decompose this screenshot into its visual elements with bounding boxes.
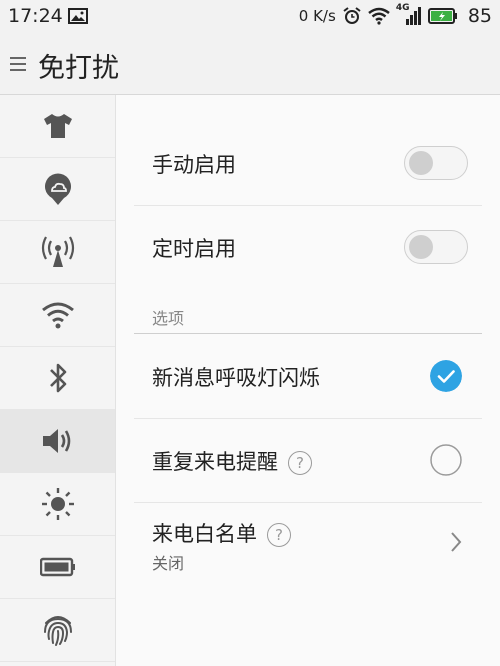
sidebar-item-battery[interactable] <box>0 536 115 599</box>
manual-enable-label: 手动启用 <box>152 153 236 177</box>
alarm-icon <box>343 7 361 24</box>
cloud-location-icon <box>44 173 71 205</box>
signal-bars-icon <box>405 7 421 25</box>
call-whitelist-help-icon[interactable]: ? <box>267 523 291 547</box>
repeat-call-row[interactable]: 重复来电提醒? <box>116 418 500 502</box>
battery-percent: 85 <box>467 5 492 27</box>
bluetooth-icon <box>49 363 66 393</box>
sidebar-item-bluetooth[interactable] <box>0 347 115 410</box>
network-speed: 0 K/s <box>298 7 336 25</box>
repeat-call-label-wrap: 重复来电提醒? <box>152 446 312 476</box>
battery-status-icon <box>427 8 457 24</box>
chevron-right-icon <box>451 532 462 552</box>
shirt-icon <box>43 114 72 138</box>
sidebar-item-wifi[interactable] <box>0 284 115 347</box>
led-blink-label: 新消息呼吸灯闪烁 <box>152 366 320 390</box>
hotspot-icon <box>41 236 74 267</box>
led-blink-checkbox[interactable] <box>430 360 462 392</box>
status-right: 0 K/s 4G 85 <box>298 3 492 27</box>
wifi-status-icon <box>368 7 390 25</box>
wifi-icon <box>41 302 74 329</box>
sidebar-item-hotspot[interactable] <box>0 221 115 284</box>
page-title: 免打扰 <box>38 53 119 84</box>
repeat-call-label: 重复来电提醒 <box>152 450 278 474</box>
led-blink-row[interactable]: 新消息呼吸灯闪烁 <box>116 334 500 418</box>
status-bar: 17:24 0 K/s 4G 85 <box>0 0 500 34</box>
title-bar: 免打扰 <box>0 34 500 95</box>
sidebar-item-sound[interactable] <box>0 410 115 473</box>
brightness-icon <box>41 488 74 520</box>
manual-enable-toggle[interactable] <box>404 146 468 180</box>
call-whitelist-label-wrap: 来电白名单? <box>152 518 291 548</box>
sidebar-item-display[interactable] <box>0 473 115 536</box>
sidebar <box>0 95 116 666</box>
call-whitelist-row[interactable]: 来电白名单? 关闭 <box>116 502 500 602</box>
status-time: 17:24 <box>8 5 63 27</box>
menu-icon[interactable] <box>10 56 26 72</box>
battery-icon <box>39 557 75 577</box>
repeat-call-checkbox[interactable] <box>430 444 462 476</box>
sidebar-item-cloud[interactable] <box>0 158 115 221</box>
sidebar-item-fingerprint[interactable] <box>0 599 115 662</box>
call-whitelist-value: 关闭 <box>152 554 185 573</box>
toggle-knob <box>409 235 433 259</box>
sidebar-item-personalize[interactable] <box>0 95 115 158</box>
manual-enable-row[interactable]: 手动启用 <box>116 121 500 205</box>
scheduled-enable-label: 定时启用 <box>152 237 236 261</box>
repeat-call-help-icon[interactable]: ? <box>288 451 312 475</box>
toggle-knob <box>409 151 433 175</box>
image-notification-icon <box>68 8 88 24</box>
options-section-title: 选项 <box>152 309 185 328</box>
call-whitelist-label: 来电白名单 <box>152 522 257 546</box>
scheduled-enable-row[interactable]: 定时启用 <box>116 205 500 289</box>
fingerprint-icon <box>43 616 72 646</box>
scheduled-enable-toggle[interactable] <box>404 230 468 264</box>
signal-indicator: 4G <box>396 3 422 26</box>
settings-content: 手动启用 定时启用 选项 新消息呼吸灯闪烁 重复来电提醒? 来电白名单 ? 关闭 <box>116 95 500 666</box>
sound-icon <box>42 429 70 453</box>
